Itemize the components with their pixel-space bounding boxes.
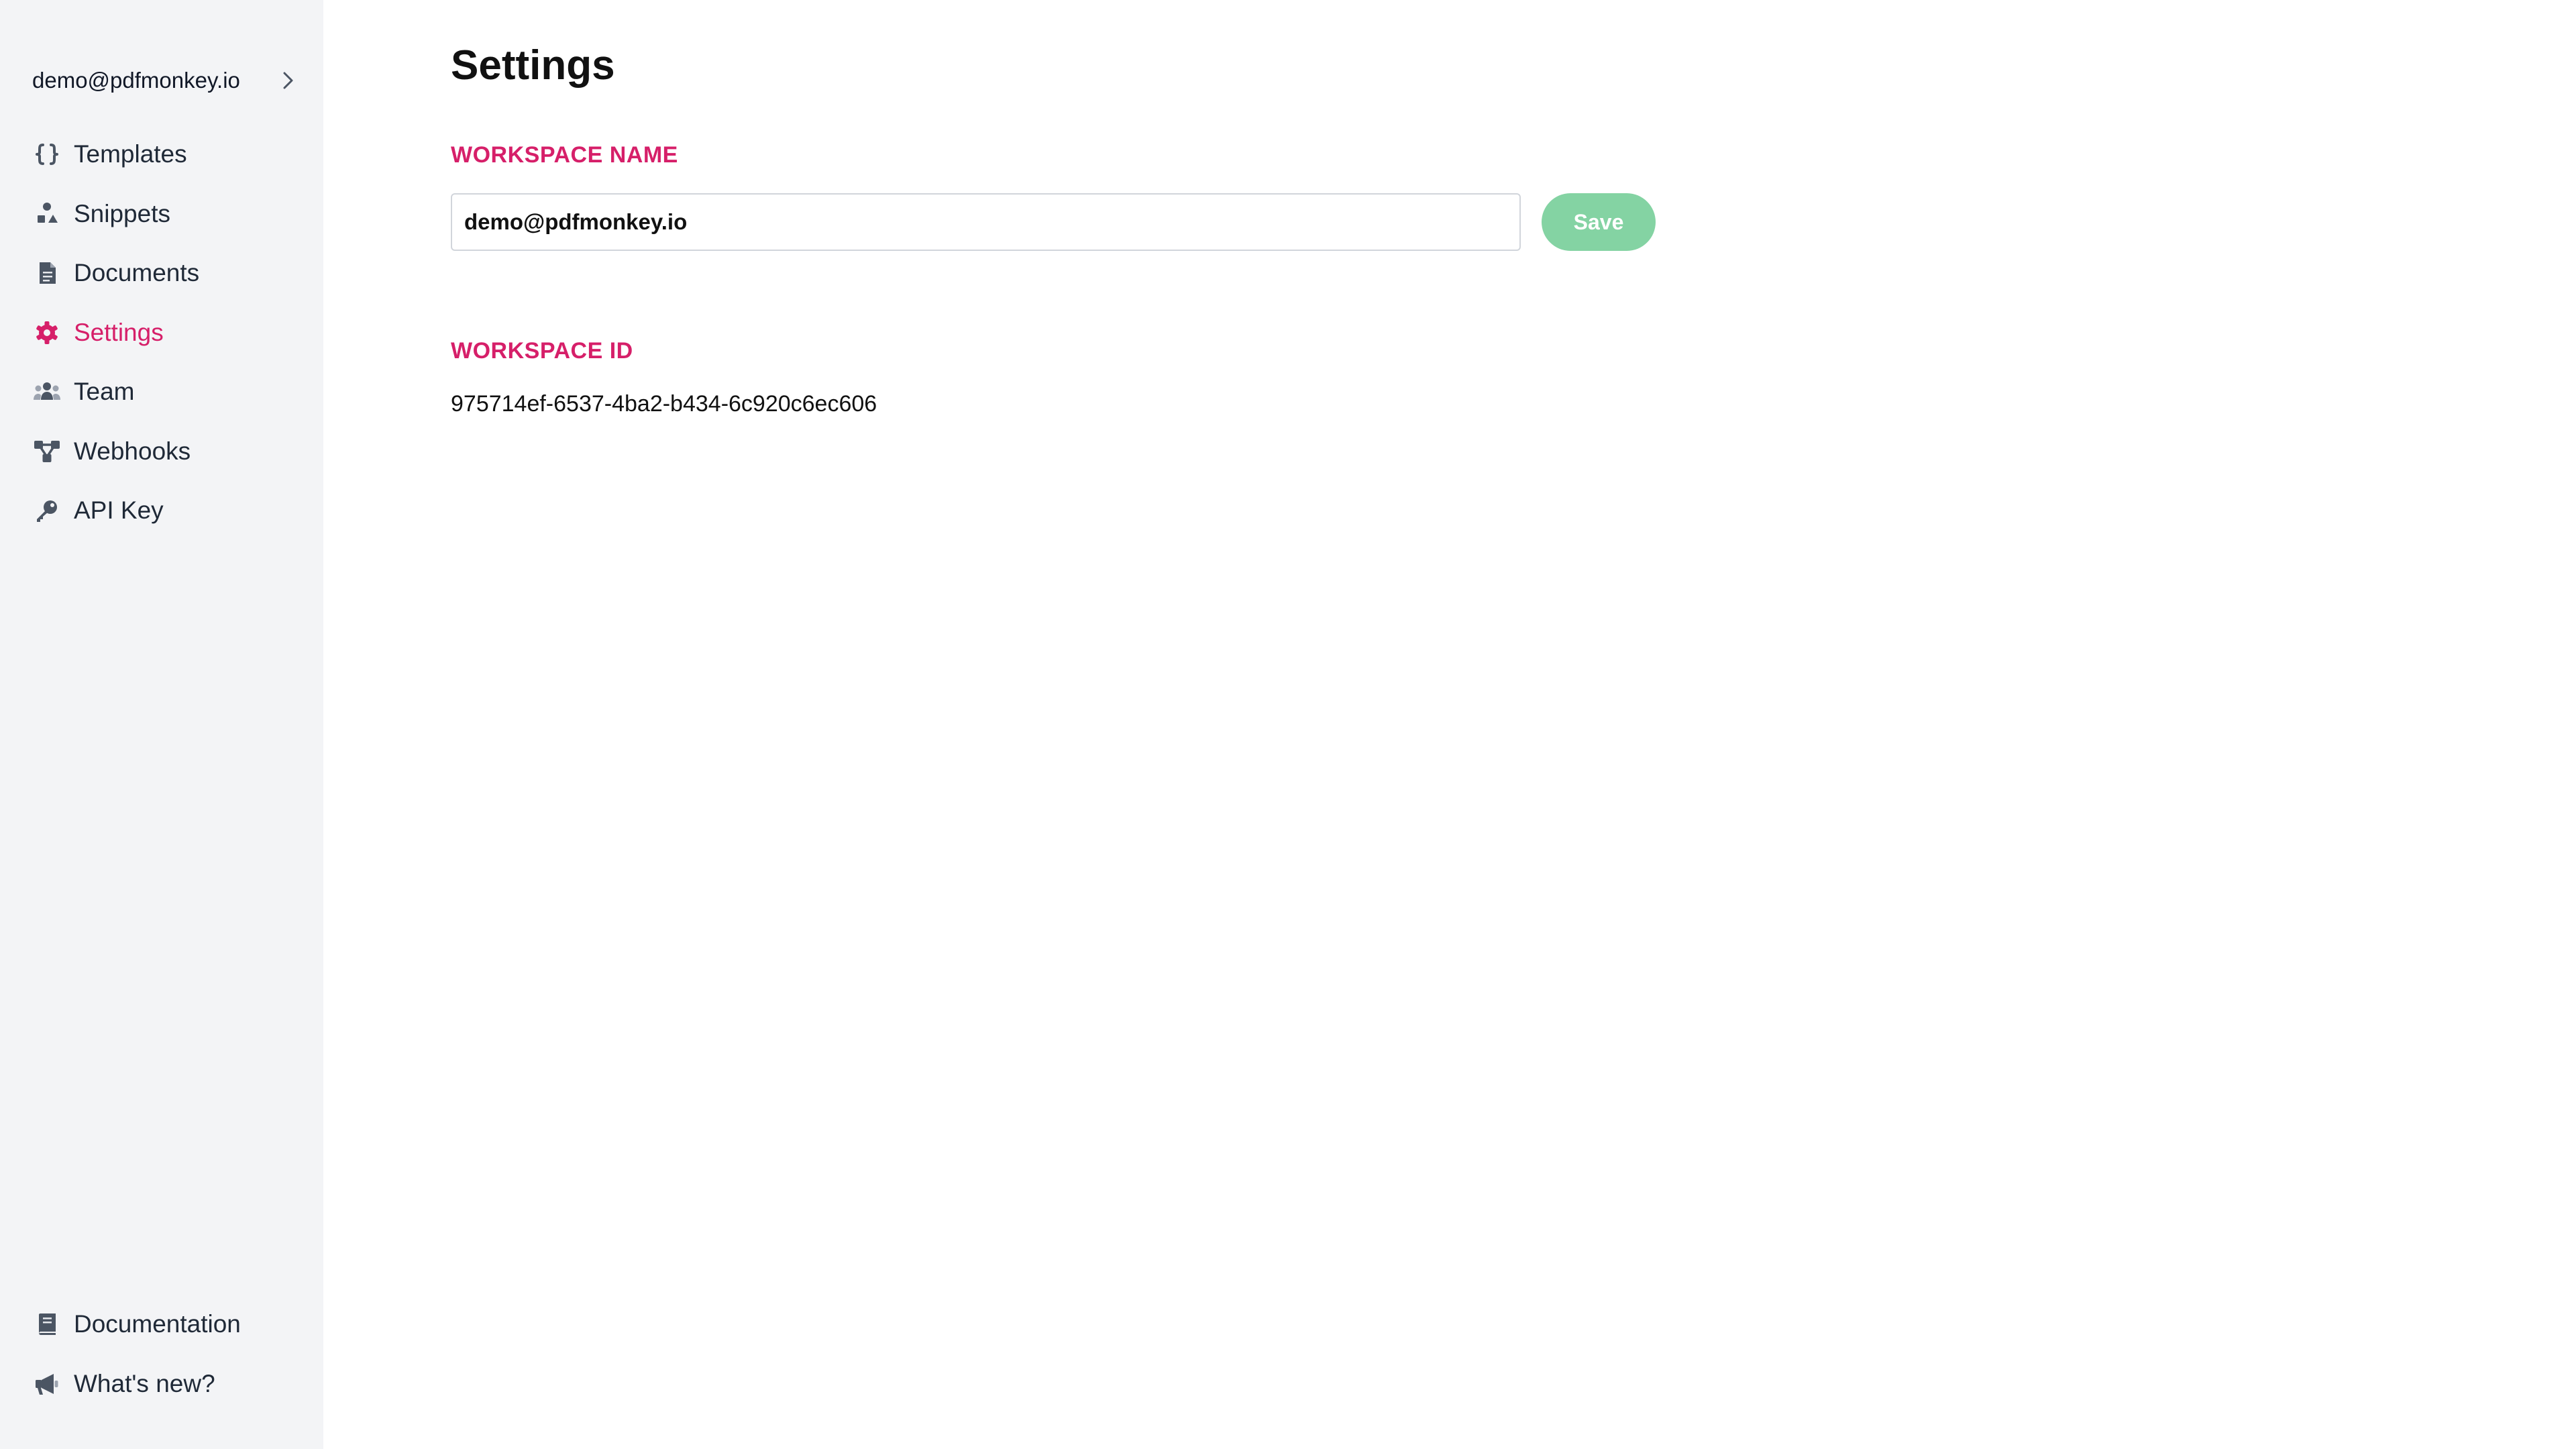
- sidebar-item-label: Documents: [74, 259, 200, 287]
- workspace-id-label: WORKSPACE ID: [451, 338, 633, 364]
- sidebar-item-label: Snippets: [74, 199, 170, 227]
- workspace-name-label: WORKSPACE NAME: [451, 142, 678, 168]
- book-icon: [32, 1309, 62, 1339]
- megaphone-icon: [32, 1369, 62, 1399]
- workspace-name-input[interactable]: [451, 193, 1521, 251]
- sidebar-nav: Templates Snippets Documents Settings Te…: [32, 125, 314, 541]
- workspace-name: demo@pdfmonkey.io: [32, 68, 240, 93]
- key-icon: [32, 496, 62, 525]
- sidebar-item-label: What's new?: [74, 1369, 215, 1397]
- sidebar-item-label: API Key: [74, 496, 164, 525]
- sidebar-item-label: Settings: [74, 318, 164, 346]
- save-button[interactable]: Save: [1542, 193, 1656, 251]
- sidebar-item-label: Templates: [74, 140, 187, 168]
- sidebar-item-label: Webhooks: [74, 437, 191, 465]
- gear-icon: [32, 318, 62, 347]
- shapes-icon: [32, 199, 62, 229]
- file-icon: [32, 258, 62, 288]
- sidebar-item-snippets[interactable]: Snippets: [32, 184, 314, 244]
- sidebar-item-settings[interactable]: Settings: [32, 303, 314, 363]
- webhook-icon: [32, 437, 62, 466]
- users-icon: [32, 377, 62, 407]
- sidebar-item-team[interactable]: Team: [32, 362, 314, 422]
- page-title: Settings: [451, 42, 615, 89]
- workspace-id-value: 975714ef-6537-4ba2-b434-6c920c6ec606: [451, 391, 877, 417]
- sidebar-item-label: Documentation: [74, 1310, 241, 1338]
- sidebar-item-webhooks[interactable]: Webhooks: [32, 422, 314, 482]
- chevron-right-icon: [275, 67, 302, 94]
- main-content: Settings WORKSPACE NAME Save WORKSPACE I…: [451, 0, 2530, 1449]
- sidebar-item-api-key[interactable]: API Key: [32, 481, 314, 541]
- sidebar-item-label: Team: [74, 378, 135, 406]
- sidebar-item-templates[interactable]: Templates: [32, 125, 314, 184]
- workspace-switcher[interactable]: demo@pdfmonkey.io: [32, 62, 301, 99]
- sidebar-item-documents[interactable]: Documents: [32, 244, 314, 303]
- sidebar-item-whats-new[interactable]: What's new?: [32, 1354, 314, 1414]
- sidebar-item-documentation[interactable]: Documentation: [32, 1295, 314, 1354]
- sidebar-bottom-nav: Documentation What's new?: [32, 1295, 314, 1413]
- sidebar: demo@pdfmonkey.io Templates Snippets Doc…: [0, 0, 323, 1449]
- app: demo@pdfmonkey.io Templates Snippets Doc…: [0, 0, 2576, 1449]
- braces-icon: [32, 140, 62, 169]
